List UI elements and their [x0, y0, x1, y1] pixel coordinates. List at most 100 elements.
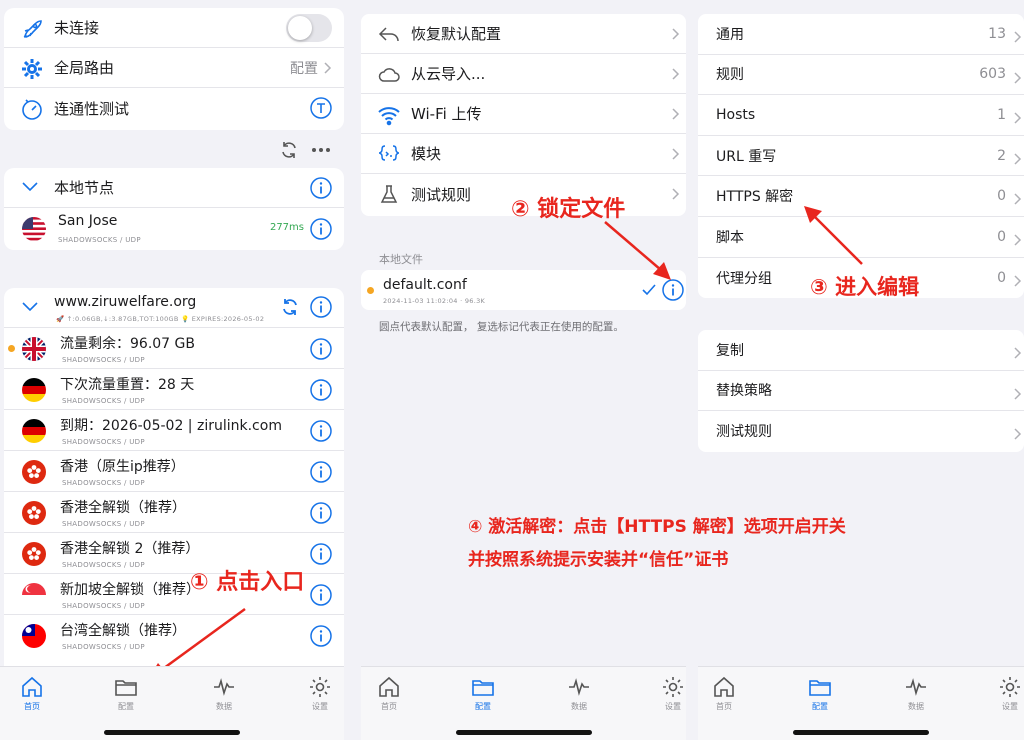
tab-home[interactable]: 首页: [361, 675, 419, 712]
row-label: 模块: [411, 145, 442, 163]
action-row[interactable]: 测试规则: [698, 411, 1024, 452]
node-name: 流量剩余：96.07 GB: [60, 336, 195, 352]
action-row[interactable]: 复制: [698, 330, 1024, 371]
info-icon[interactable]: [310, 625, 332, 647]
refresh-icon[interactable]: [280, 297, 300, 317]
tab-settings[interactable]: 设置: [290, 675, 344, 712]
annotation-arrow-icon: [804, 206, 863, 265]
info-icon[interactable]: [310, 338, 332, 360]
local-nodes-title: 本地节点: [54, 179, 115, 197]
connection-status-label: 未连接: [54, 19, 100, 37]
cloud-import-row[interactable]: 从云导入...: [361, 54, 686, 94]
section-count: 0: [997, 188, 1006, 205]
node-row[interactable]: 香港全解锁（推荐） SHADOWSOCKS / UDP: [4, 492, 344, 533]
info-icon[interactable]: [310, 177, 332, 199]
tab-data[interactable]: 数据: [886, 675, 946, 712]
sg-flag-icon: [22, 583, 46, 607]
settings-icon: [310, 677, 330, 697]
node-san-jose[interactable]: San Jose SHADOWSOCKS / UDP 277ms: [4, 208, 344, 250]
node-row[interactable]: 下次流量重置：28 天 SHADOWSOCKS / UDP: [4, 369, 344, 410]
home-icon: [22, 676, 42, 697]
tab-config[interactable]: 配置: [790, 675, 850, 712]
node-row[interactable]: 到期：2026-05-02 | zirulink.com SHADOWSOCKS …: [4, 410, 344, 451]
annotation-3: ③ 进入编辑: [810, 275, 920, 299]
uk-flag-icon: [22, 337, 46, 361]
tab-settings[interactable]: 设置: [980, 675, 1024, 712]
default-dot: [367, 287, 374, 294]
settings-icon: [663, 677, 683, 697]
annotation-1: ① 点击入口: [190, 570, 305, 595]
settings-icon: [1000, 677, 1020, 697]
tab-settings[interactable]: 设置: [643, 675, 686, 712]
status-card: 未连接 全局路由 配置 连通性测试: [4, 8, 344, 130]
chevron-down-icon[interactable]: [22, 302, 38, 312]
tab-label: 数据: [216, 702, 232, 711]
subscription-header[interactable]: www.ziruwelfare.org 🚀 ↑:0.06GB,↓:3.87GB,…: [4, 288, 344, 328]
section-row[interactable]: 通用 13: [698, 14, 1024, 55]
module-row[interactable]: 模块: [361, 134, 686, 174]
config-actions-card-2: 复制 替换策略 测试规则: [698, 330, 1024, 452]
global-routing-row[interactable]: 全局路由 配置: [4, 48, 344, 88]
chevron-right-icon: [1014, 28, 1022, 43]
info-icon[interactable]: [310, 296, 332, 318]
node-name: 香港全解锁（推荐）: [60, 500, 186, 516]
action-row[interactable]: 替换策略: [698, 371, 1024, 412]
annotation-arrow-icon: [604, 221, 671, 280]
tab-config[interactable]: 配置: [96, 675, 156, 712]
chevron-right-icon: [672, 68, 680, 80]
tab-label: 数据: [571, 702, 587, 711]
wifi-upload-row[interactable]: Wi-Fi 上传: [361, 94, 686, 134]
node-protocol: SHADOWSOCKS / UDP: [62, 438, 145, 446]
chevron-right-icon: [1014, 344, 1022, 359]
node-protocol: SHADOWSOCKS / UDP: [62, 520, 145, 528]
tab-data[interactable]: 数据: [549, 675, 609, 712]
info-icon[interactable]: [310, 379, 332, 401]
tab-bar: 首页 配置 数据 设置: [698, 666, 1024, 740]
tab-home[interactable]: 首页: [698, 675, 754, 712]
local-nodes-card: 本地节点 San Jose SHADOWSOCKS / UDP 277ms: [4, 168, 344, 250]
tab-bar: 首页 配置 数据 设置: [361, 666, 686, 740]
node-protocol: SHADOWSOCKS / UDP: [62, 643, 145, 651]
section-count: 2: [997, 147, 1006, 164]
hk-flag-icon: [22, 542, 46, 566]
node-row[interactable]: 流量剩余：96.07 GB SHADOWSOCKS / UDP: [4, 328, 344, 369]
wifi-icon: [378, 107, 400, 126]
gear-icon: [22, 59, 42, 79]
node-name: 到期：2026-05-02 | zirulink.com: [60, 418, 282, 434]
tab-config[interactable]: 配置: [453, 675, 513, 712]
tab-data[interactable]: 数据: [194, 675, 254, 712]
restore-default-row[interactable]: 恢复默认配置: [361, 14, 686, 54]
home-indicator: [104, 730, 240, 735]
module-icon: [378, 145, 400, 161]
config-panel: 恢复默认配置 从云导入... Wi-Fi 上传 模块 测试规则 本地文件 def…: [361, 0, 686, 740]
connection-toggle[interactable]: [286, 14, 332, 42]
section-row[interactable]: Hosts 1: [698, 95, 1024, 136]
test-t-icon[interactable]: [310, 97, 332, 119]
section-row[interactable]: 规则 603: [698, 55, 1024, 96]
chevron-right-icon: [672, 28, 680, 40]
tab-label: 设置: [1002, 702, 1018, 711]
row-label: Wi-Fi 上传: [411, 105, 482, 123]
connection-row[interactable]: 未连接: [4, 8, 344, 48]
tab-home[interactable]: 首页: [2, 675, 62, 712]
chevron-down-icon[interactable]: [22, 182, 38, 192]
node-row[interactable]: 香港（原生ip推荐） SHADOWSOCKS / UDP: [4, 451, 344, 492]
info-icon[interactable]: [310, 420, 332, 442]
section-row[interactable]: URL 重写 2: [698, 136, 1024, 177]
info-icon[interactable]: [310, 543, 332, 565]
section-count: 1: [997, 106, 1006, 123]
info-icon[interactable]: [310, 502, 332, 524]
chevron-right-icon: [1014, 109, 1022, 124]
node-protocol: SHADOWSOCKS / UDP: [62, 356, 145, 364]
more-icon[interactable]: [310, 140, 332, 160]
selected-dot: [8, 345, 15, 352]
config-actions-card: 恢复默认配置 从云导入... Wi-Fi 上传 模块 测试规则: [361, 14, 686, 216]
folder-icon: [809, 680, 831, 696]
info-icon[interactable]: [310, 218, 332, 240]
local-nodes-header[interactable]: 本地节点: [4, 168, 344, 208]
refresh-icon[interactable]: [279, 140, 299, 160]
tab-label: 设置: [665, 702, 681, 711]
connectivity-test-row[interactable]: 连通性测试: [4, 88, 344, 128]
info-icon[interactable]: [310, 461, 332, 483]
info-icon[interactable]: [310, 584, 332, 606]
